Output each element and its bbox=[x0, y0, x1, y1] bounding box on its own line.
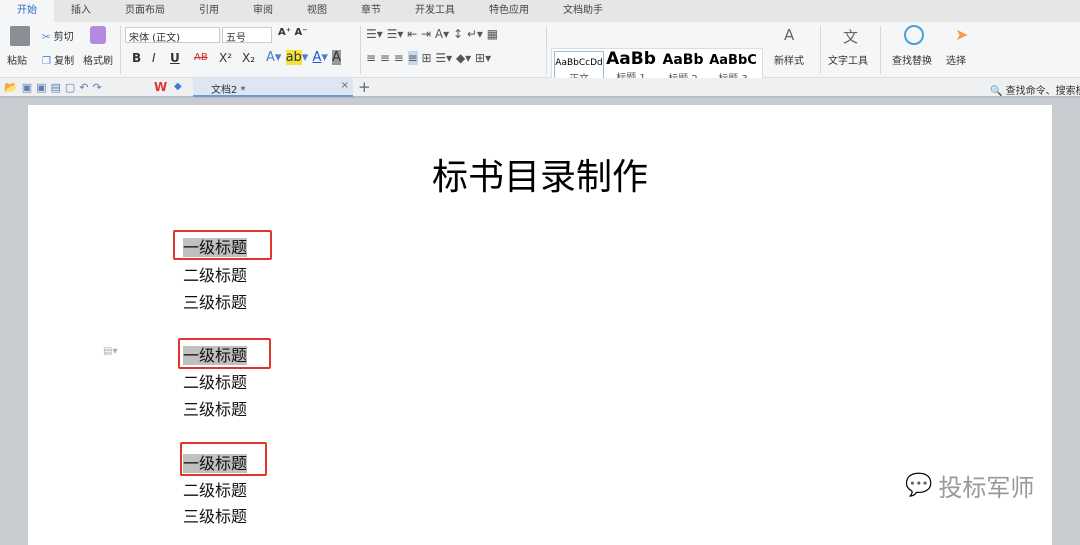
command-search[interactable]: 🔍 查找命令、搜索模 bbox=[990, 82, 1080, 97]
document-title: 标书目录制作 bbox=[431, 157, 648, 198]
bold-button[interactable]: B bbox=[132, 51, 141, 65]
watermark: 💬 投标军师 bbox=[905, 468, 1034, 503]
font-size-select[interactable]: 五号 bbox=[222, 27, 272, 44]
cloud-icon[interactable]: ◆ bbox=[174, 81, 182, 92]
text-effect-icon[interactable]: A▾ ab▾ A▾ A bbox=[266, 50, 341, 65]
paste-icon bbox=[10, 26, 30, 46]
tab-section[interactable]: 章节 bbox=[344, 0, 398, 22]
strike-button[interactable]: AB bbox=[194, 52, 208, 63]
tab-special[interactable]: 特色应用 bbox=[472, 0, 546, 22]
subscript-button[interactable]: X₂ bbox=[242, 51, 255, 65]
new-style-icon: A bbox=[784, 26, 795, 44]
quick-access-icons[interactable]: 📂▣▣▤▢↶↷ bbox=[4, 81, 106, 94]
font-select[interactable]: 宋体 (正文) bbox=[125, 27, 220, 44]
format-painter-button[interactable]: 格式刷 bbox=[83, 52, 113, 67]
new-style-button[interactable]: 新样式 bbox=[774, 52, 804, 67]
style-preview: AaBb bbox=[606, 49, 656, 69]
select-button[interactable]: 选择 bbox=[946, 52, 966, 67]
heading-level-3: 三级标题 bbox=[183, 293, 248, 312]
copy-button[interactable]: ❐ 复制 bbox=[42, 52, 74, 67]
heading-level-2: 二级标题 bbox=[183, 373, 248, 392]
highlight-box bbox=[180, 442, 267, 476]
underline-button[interactable]: U bbox=[170, 51, 180, 65]
menu-bar: 开始 插入 页面布局 引用 审阅 视图 章节 开发工具 特色应用 文档助手 bbox=[0, 0, 1080, 22]
heading-level-3: 三级标题 bbox=[183, 400, 248, 419]
copy-icon: ❐ bbox=[42, 56, 51, 67]
text-tools-button[interactable]: 文字工具 bbox=[828, 52, 868, 67]
tab-references[interactable]: 引用 bbox=[182, 0, 236, 22]
heading-level-2: 二级标题 bbox=[183, 481, 248, 500]
watermark-text: 投标军师 bbox=[938, 474, 1035, 502]
tab-review[interactable]: 审阅 bbox=[236, 0, 290, 22]
paste-button[interactable]: 粘贴 bbox=[7, 52, 27, 67]
quick-access-bar: 📂▣▣▤▢↶↷ W ◆ 文档2 * × + 🔍 查找命令、搜索模 bbox=[0, 78, 1080, 98]
superscript-button[interactable]: X² bbox=[219, 51, 232, 65]
style-preview: AaBbC bbox=[709, 53, 757, 68]
cursor-icon: ➤ bbox=[955, 25, 969, 44]
document-tab[interactable]: 文档2 * × bbox=[193, 78, 353, 97]
highlight-box bbox=[173, 230, 272, 260]
align-buttons[interactable]: ≡ ≡ ≡ ≡ ⊞ ☰▾ ◆▾ ⊞▾ bbox=[366, 51, 491, 65]
wechat-icon: 💬 bbox=[905, 473, 933, 498]
tab-layout[interactable]: 页面布局 bbox=[108, 0, 182, 22]
document-tab-label: 文档2 * bbox=[211, 85, 246, 96]
tab-insert[interactable]: 插入 bbox=[54, 0, 108, 22]
cut-label: 剪切 bbox=[53, 32, 74, 43]
style-preview: AaBb bbox=[662, 52, 704, 68]
list-buttons[interactable]: ☰▾ ☰▾ ⇤ ⇥ A▾ ↕ ↵▾ ▦ bbox=[366, 27, 498, 41]
close-tab-icon[interactable]: × bbox=[341, 80, 349, 91]
grow-font-button[interactable]: A⁺ A⁻ bbox=[278, 27, 308, 38]
cut-button[interactable]: ✂ 剪切 bbox=[42, 28, 74, 43]
text-tools-icon: 文 bbox=[843, 28, 859, 46]
style-preview: AaBbCcDd bbox=[555, 58, 603, 68]
tab-developer[interactable]: 开发工具 bbox=[398, 0, 472, 22]
heading-level-2: 二级标题 bbox=[183, 266, 248, 285]
wps-logo-icon[interactable]: W bbox=[154, 80, 167, 94]
new-tab-icon[interactable]: + bbox=[358, 78, 371, 96]
heading-level-3: 三级标题 bbox=[183, 507, 248, 526]
scissors-icon: ✂ bbox=[42, 32, 51, 43]
highlight-box bbox=[178, 338, 271, 369]
tab-home[interactable]: 开始 bbox=[0, 0, 54, 22]
italic-button[interactable]: I bbox=[152, 51, 156, 65]
paragraph-icon[interactable]: ▤▾ bbox=[103, 346, 117, 357]
brush-icon bbox=[90, 26, 106, 44]
tab-view[interactable]: 视图 bbox=[290, 0, 344, 22]
find-replace-button[interactable]: 查找替换 bbox=[892, 52, 932, 67]
ribbon: 粘贴 ✂ 剪切 ❐ 复制 格式刷 宋体 (正文) 五号 A⁺ A⁻ B I U … bbox=[0, 22, 1080, 90]
command-search-label: 查找命令、搜索模 bbox=[1005, 86, 1080, 97]
tab-doc-assistant[interactable]: 文档助手 bbox=[546, 0, 620, 22]
copy-label: 复制 bbox=[54, 56, 75, 67]
find-replace-icon bbox=[904, 25, 924, 45]
